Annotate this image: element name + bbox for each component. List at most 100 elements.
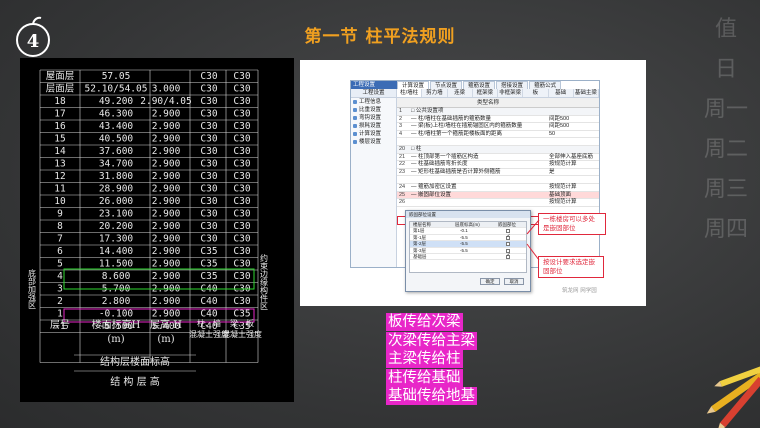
settings-row[interactable]: [397, 138, 599, 146]
settings-row[interactable]: 25 — 嵌固部位设置 基础顶面: [397, 191, 599, 200]
cad-cell-beam: C30: [233, 234, 250, 245]
cad-floor-table: 屋面层 57.05 C30 C30 层面层 52.10/54.05 3.000 C30 C30 1…: [20, 58, 294, 402]
cad-cell-col: C35: [200, 259, 217, 270]
cad-cell-height: 2.900: [152, 184, 181, 195]
cad-cell-elev: 31.800: [99, 171, 134, 182]
cad-cell-floor: 2: [57, 296, 63, 307]
tab-foundation[interactable]: 基础: [549, 89, 574, 97]
cad-cell-col: C30: [200, 171, 217, 182]
settings-row-name: — 矩形柱基础插筋是否计算外侧箍筋: [411, 168, 501, 175]
dialog-table: 楼层名称 层底标高(m) 嵌固部位 第1层-0.1第-1层-5.5第-2层-5.…: [409, 221, 527, 273]
dialog-row[interactable]: 基础层: [410, 252, 526, 261]
settings-row-num: 4: [399, 130, 403, 137]
rule-secondary-to-main-beam: 次梁传给主梁: [386, 331, 477, 350]
cad-cell-beam: C30: [233, 246, 250, 257]
cad-cell-beam: C30: [233, 196, 250, 207]
sidebar-item-loss[interactable]: 损耗设置: [351, 122, 396, 130]
settings-row-name: — 柱/墙柱第一个箍筋距楼板面的距离: [411, 130, 503, 137]
tab-slab[interactable]: 板: [523, 89, 549, 97]
tab-shear-wall[interactable]: 剪力墙: [422, 89, 448, 97]
settings-row-name: — 梁(板)上柱/墙柱在插筋锚固区内的箍筋数量: [411, 123, 523, 130]
caption-height: 结 构 层 高: [110, 375, 160, 388]
cad-cell-elev: 43.400: [99, 121, 134, 132]
cad-cell-floor: 15: [54, 134, 65, 145]
cad-cell-beam: C30: [233, 221, 250, 232]
settings-row-value: 是: [549, 168, 555, 175]
settings-row[interactable]: 22 — 柱基础插筋弯折长度 按规范计算: [397, 161, 599, 169]
sidebar-item-floors[interactable]: 楼层设置: [351, 138, 396, 146]
cad-cell-elev: 2.800: [102, 296, 131, 307]
settings-row[interactable]: 23 — 矩形柱基础插筋是否计算外侧箍筋 是: [397, 169, 599, 177]
cad-cell-col: C30: [200, 159, 217, 170]
tab-node-settings[interactable]: 节点设置: [430, 81, 463, 89]
settings-row[interactable]: 20 □ 柱: [397, 145, 599, 154]
cad-cell-floor: 11: [54, 184, 66, 195]
cad-cell-height: 2.900: [152, 309, 181, 320]
tab-link-beam[interactable]: 连梁: [448, 89, 473, 97]
cad-cell-elev: 57.05: [102, 71, 131, 82]
settings-grid: 1 □ 公共设置项 2— 柱/墙柱在基础插筋的箍筋数量 间距500 3— 梁(板)上柱/…: [397, 108, 599, 207]
cad-cell-elev: 17.300: [99, 234, 134, 245]
cad-cell-floor: 14: [54, 146, 66, 157]
callout-multiple-embed: 一栋楼房可以多处是嵌固部位: [538, 213, 606, 235]
tab-stirrup-settings[interactable]: 箍筋设置: [463, 81, 496, 89]
settings-row-name: — 嵌固部位设置: [411, 191, 452, 198]
settings-row[interactable]: 24 — 箍筋加密区设置 按规范计算: [397, 184, 599, 192]
settings-row-num: 3: [399, 123, 403, 130]
embed-position-dialog: 嵌固部位设置 楼层名称 层底标高(m) 嵌固部位 第1层 -0.1 第-1层 -5.5…: [405, 210, 531, 292]
cad-cell-floor: 16: [54, 121, 66, 132]
cad-cell-col: C30: [200, 196, 217, 207]
cancel-button[interactable]: 取消: [504, 278, 524, 285]
tab-calc-settings[interactable]: 计算设置: [397, 81, 430, 89]
settings-row-num: 20: [399, 145, 406, 152]
rule-slab-to-secondary-beam: 板传给次梁: [386, 313, 463, 331]
header-height: 层高 H: [150, 318, 182, 331]
cad-cell-height: 2.900: [152, 234, 181, 245]
sidebar-item-project-info[interactable]: 工程信息: [351, 98, 396, 106]
cad-cell-elev: 14.400: [99, 246, 134, 257]
header-elev: 楼面标高H: [92, 318, 141, 331]
settings-row[interactable]: 3 — 梁(板)上柱/墙柱在插筋锚固区内的箍筋数量 间距500: [397, 123, 599, 131]
cad-cell-elev: 40.500: [99, 134, 134, 145]
cad-cell-height: 2.900: [152, 134, 181, 145]
cad-cell-height: 2.900: [152, 146, 181, 157]
settings-row-name: — 箍筋加密区设置: [411, 183, 457, 190]
cad-cell-floor: 18: [54, 96, 66, 107]
cad-cell-col: C30: [200, 234, 217, 245]
tab-nonframe-beam[interactable]: 非框架梁: [498, 89, 524, 97]
settings-row[interactable]: 1 □ 公共设置项: [397, 108, 599, 116]
settings-row-value: 按规范计算: [549, 199, 577, 206]
settings-row[interactable]: [397, 176, 599, 184]
cad-cell-floor: 3: [57, 284, 63, 295]
cad-cell-col: C30: [200, 84, 217, 95]
cad-cell-beam: C30: [233, 71, 250, 82]
settings-row[interactable]: 26 按规范计算: [397, 199, 599, 207]
settings-row-num: 22: [399, 161, 406, 168]
cad-cell-floor: 17: [54, 109, 65, 120]
cad-cell-floor: 9: [57, 209, 63, 220]
cad-cell-floor: 4: [57, 271, 63, 282]
tab-column[interactable]: 柱/墙柱: [397, 89, 423, 97]
embed-checkbox[interactable]: [506, 233, 511, 240]
cad-cell-floor: 层面层: [46, 84, 75, 95]
cad-cell-beam: C30: [233, 296, 250, 307]
sidebar-item-calc[interactable]: 计算设置: [351, 130, 396, 138]
ok-button[interactable]: 确定: [480, 278, 500, 285]
cad-cell-height: 2.900: [152, 209, 181, 220]
cad-cell-floor: 8: [57, 221, 63, 232]
tab-lap-settings[interactable]: 搭接设置: [496, 81, 529, 89]
pencils-decoration: [706, 363, 760, 428]
sidebar-item-hook[interactable]: 弯钩设置: [351, 114, 396, 122]
cad-cell-beam: C30: [233, 259, 250, 270]
tab-frame-beam[interactable]: 框架梁: [473, 89, 498, 97]
embed-checkbox[interactable]: [506, 242, 510, 247]
tab-foundation-beam[interactable]: 基础主梁: [574, 89, 599, 97]
cad-cell-elev: 11.500: [99, 259, 134, 270]
tab-stirrup-formula[interactable]: 箍筋公式: [529, 81, 562, 89]
cad-cell-col: C30: [200, 109, 217, 120]
embed-checkbox[interactable]: [506, 252, 511, 259]
settings-row[interactable]: 4 — 柱/墙柱第一个箍筋距楼板面的距离 50: [397, 131, 599, 139]
cad-cell-elev: 37.600: [99, 146, 134, 157]
cad-cell-elev: 52.10/54.05: [85, 84, 148, 95]
sidebar-item-density[interactable]: 比重设置: [351, 106, 396, 114]
